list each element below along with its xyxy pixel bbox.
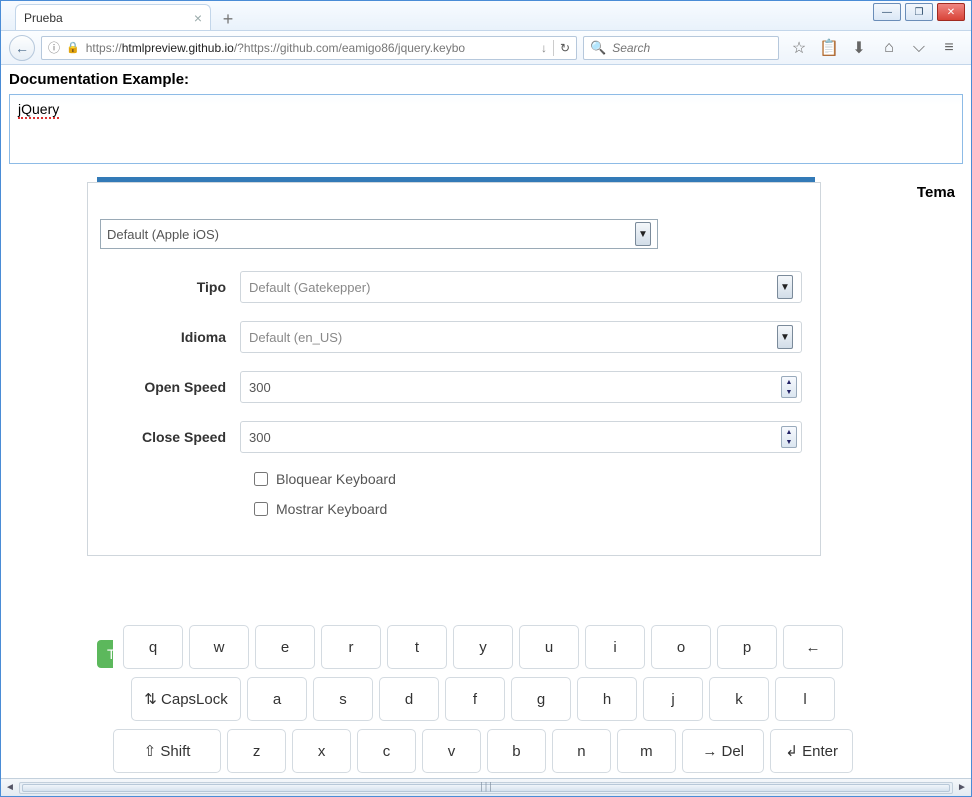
mostrar-checkbox[interactable] <box>254 502 268 516</box>
idioma-select[interactable]: Default (en_US) ▼ <box>240 321 802 353</box>
menu-icon[interactable]: ≡ <box>939 38 959 58</box>
tipo-value: Default (Gatekepper) <box>249 280 370 295</box>
key-i[interactable]: i <box>585 625 645 669</box>
bookmark-star-icon[interactable]: ☆ <box>789 38 809 58</box>
close-speed-value: 300 <box>249 430 271 445</box>
tab-title: Prueba <box>24 11 63 25</box>
key-e[interactable]: e <box>255 625 315 669</box>
url-bar[interactable]: ⓘ 🔒 https://htmlpreview.github.io/?https… <box>41 36 577 60</box>
key-p[interactable]: p <box>717 625 777 669</box>
close-speed-label: Close Speed <box>100 429 240 445</box>
key-a[interactable]: a <box>247 677 307 721</box>
key-j[interactable]: j <box>643 677 703 721</box>
search-icon: 🔍 <box>590 40 606 56</box>
url-text: https://htmlpreview.github.io/?https://g… <box>86 41 535 55</box>
key-o[interactable]: o <box>651 625 711 669</box>
chevron-down-icon[interactable]: ▼ <box>777 325 793 349</box>
scroll-left-icon[interactable]: ◄ <box>1 782 19 793</box>
close-speed-input[interactable]: 300 ▲▼ <box>240 421 802 453</box>
key-n[interactable]: n <box>552 729 611 773</box>
theme-select[interactable]: Default (Apple iOS) ▼ <box>100 219 658 249</box>
textarea-value: jQuery <box>18 101 59 119</box>
tipo-label: Tipo <box>100 279 240 295</box>
lock-icon: 🔒 <box>66 41 80 54</box>
bloquear-label: Bloquear Keyboard <box>276 471 396 487</box>
search-input[interactable] <box>612 41 772 55</box>
key-y[interactable]: y <box>453 625 513 669</box>
info-icon[interactable]: ⓘ <box>48 39 60 56</box>
key-k[interactable]: k <box>709 677 769 721</box>
key-s[interactable]: s <box>313 677 373 721</box>
key-enter[interactable]: ↲ Enter <box>770 729 853 773</box>
key-del[interactable]: → Del <box>682 729 765 773</box>
key-q[interactable]: q <box>123 625 183 669</box>
window-max[interactable]: ❐ <box>905 3 933 21</box>
pocket-icon[interactable]: ⌵ <box>909 38 929 58</box>
scroll-track[interactable]: ׀׀׀ <box>19 782 953 794</box>
key-v[interactable]: v <box>422 729 481 773</box>
tema-label: Tema <box>917 184 955 201</box>
key-l[interactable]: l <box>775 677 835 721</box>
page-content: Documentation Example: jQuery Tema Confi… <box>1 65 971 796</box>
theme-select-value: Default (Apple iOS) <box>107 227 219 242</box>
key-r[interactable]: r <box>321 625 381 669</box>
idioma-label: Idioma <box>100 329 240 345</box>
key-h[interactable]: h <box>577 677 637 721</box>
key-u[interactable]: u <box>519 625 579 669</box>
tipo-select[interactable]: Default (Gatekepper) ▼ <box>240 271 802 303</box>
open-speed-label: Open Speed <box>100 379 240 395</box>
close-speed-spinner[interactable]: ▲▼ <box>781 426 797 448</box>
key-b[interactable]: b <box>487 729 546 773</box>
browser-tab[interactable]: Prueba × <box>15 4 211 30</box>
window-close[interactable]: ✕ <box>937 3 965 21</box>
key-c[interactable]: c <box>357 729 416 773</box>
scroll-right-icon[interactable]: ► <box>953 782 971 793</box>
open-speed-spinner[interactable]: ▲▼ <box>781 376 797 398</box>
window-min[interactable]: — <box>873 3 901 21</box>
horizontal-scrollbar[interactable]: ◄ ׀׀׀ ► <box>1 778 971 796</box>
browser-toolbar: ← ⓘ 🔒 https://htmlpreview.github.io/?htt… <box>1 31 971 65</box>
key-z[interactable]: z <box>227 729 286 773</box>
url-dropdown-icon[interactable]: ↓ <box>541 41 547 55</box>
chevron-down-icon[interactable]: ▼ <box>635 222 651 246</box>
key-capslock[interactable]: ⇅ CapsLock <box>131 677 241 721</box>
key-backspace[interactable]: ← <box>783 625 843 669</box>
tab-close-icon[interactable]: × <box>194 10 202 26</box>
demo-textarea[interactable]: jQuery <box>9 94 963 164</box>
tab-bar: Prueba × + <box>1 1 971 31</box>
config-panel: Default (Apple iOS) ▼ Tipo Default (Gate… <box>87 182 821 556</box>
key-d[interactable]: d <box>379 677 439 721</box>
home-icon[interactable]: ⌂ <box>879 38 899 58</box>
search-box[interactable]: 🔍 <box>583 36 779 60</box>
mostrar-label: Mostrar Keyboard <box>276 501 387 517</box>
key-f[interactable]: f <box>445 677 505 721</box>
open-speed-value: 300 <box>249 380 271 395</box>
virtual-keyboard: qwertyuiop← ⇅ CapsLockasdfghjkl ⇧ Shiftz… <box>113 625 853 796</box>
new-tab-button[interactable]: + <box>215 8 241 30</box>
back-button[interactable]: ← <box>9 35 35 61</box>
key-x[interactable]: x <box>292 729 351 773</box>
key-w[interactable]: w <box>189 625 249 669</box>
bloquear-checkbox[interactable] <box>254 472 268 486</box>
key-g[interactable]: g <box>511 677 571 721</box>
chevron-down-icon[interactable]: ▼ <box>777 275 793 299</box>
reload-icon[interactable]: ↻ <box>560 41 570 55</box>
scroll-thumb[interactable]: ׀׀׀ <box>22 784 950 792</box>
downloads-icon[interactable]: ⬇ <box>849 38 869 58</box>
key-t[interactable]: t <box>387 625 447 669</box>
library-icon[interactable]: 📋 <box>819 38 839 58</box>
key-shift[interactable]: ⇧ Shift <box>113 729 221 773</box>
open-speed-input[interactable]: 300 ▲▼ <box>240 371 802 403</box>
idioma-value: Default (en_US) <box>249 330 342 345</box>
page-title: Documentation Example: <box>1 65 971 94</box>
key-m[interactable]: m <box>617 729 676 773</box>
